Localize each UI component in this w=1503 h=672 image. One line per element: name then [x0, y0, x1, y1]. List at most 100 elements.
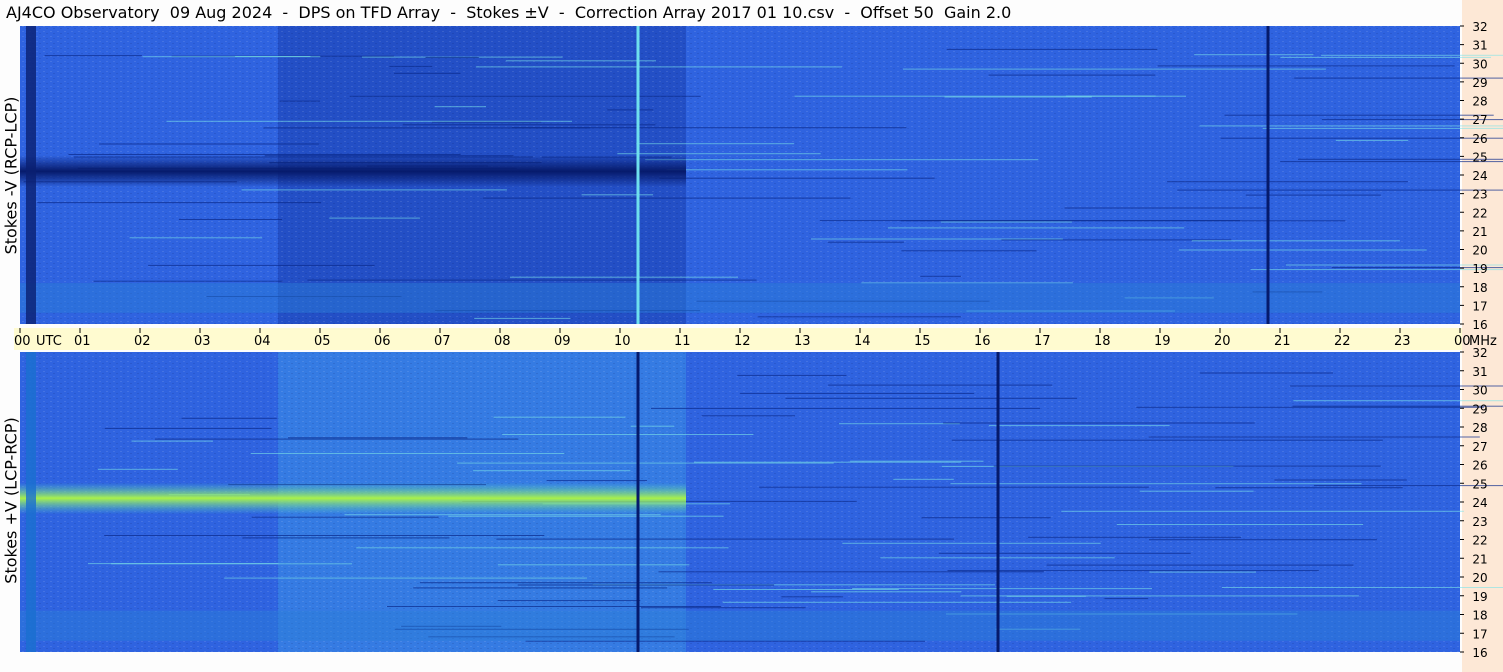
interference-streak — [607, 109, 654, 111]
interference-streak — [502, 434, 754, 435]
y-axis-label-stokes-minus-v: Stokes -V (RCP-LCP) — [1, 96, 21, 254]
interference-streak — [482, 197, 851, 199]
interference-streak — [713, 589, 899, 590]
frequency-tick-label: 29 — [1472, 402, 1487, 416]
interference-streak — [517, 584, 775, 586]
interference-streak — [307, 279, 757, 281]
time-tick-label: 17 — [1034, 334, 1051, 349]
spectrogram-panel — [20, 26, 1503, 324]
interference-streak — [811, 591, 962, 593]
interference-streak — [1194, 54, 1314, 56]
time-tick-label: 06 — [374, 334, 391, 349]
interference-streak — [694, 461, 962, 463]
time-tick-label: 23 — [1394, 334, 1411, 349]
interference-streak — [943, 422, 1255, 424]
interference-streak — [129, 237, 263, 239]
interference-streak — [988, 74, 1156, 76]
interference-streak — [1215, 487, 1403, 489]
interference-streak — [794, 95, 1186, 97]
interference-streak — [88, 563, 279, 565]
interference-streak — [960, 595, 1359, 597]
interference-streak — [1139, 490, 1254, 492]
interference-streak — [99, 143, 319, 145]
interference-streak — [1199, 372, 1333, 374]
interference-streak — [1149, 539, 1377, 541]
frequency-tick-label: 28 — [1472, 95, 1487, 109]
interference-streak — [279, 100, 320, 102]
frequency-tick-label: 24 — [1472, 496, 1487, 510]
interference-streak — [166, 120, 572, 122]
interference-streak — [1274, 479, 1407, 481]
frequency-tick-label: 19 — [1472, 590, 1487, 604]
interference-streak — [827, 241, 904, 243]
y-axis-label-stokes-plus-v: Stokes +V (LCP-RCP) — [1, 416, 21, 584]
interference-streak — [722, 601, 1072, 603]
interference-streak — [93, 280, 283, 282]
interference-streak — [1148, 436, 1480, 438]
interference-streak — [475, 66, 842, 68]
frequency-tick-label: 20 — [1472, 244, 1487, 258]
time-tick-label: 07 — [434, 334, 451, 349]
frequency-tick-label: 26 — [1472, 132, 1487, 146]
interference-streak — [224, 577, 587, 579]
frequency-tick-label: 31 — [1472, 365, 1487, 379]
interference-streak — [946, 48, 1158, 50]
frequency-tick-label: 22 — [1472, 206, 1487, 220]
frequency-tick-label: 21 — [1472, 225, 1487, 239]
interference-streak — [148, 264, 375, 266]
interference-streak — [387, 606, 721, 607]
interference-streak — [154, 438, 519, 440]
frequency-axis-unit: MHz — [1469, 334, 1497, 349]
interference-streak — [1191, 240, 1400, 242]
interference-streak — [448, 515, 724, 517]
vertical-burst-line — [1266, 26, 1270, 324]
interference-streak — [250, 453, 565, 454]
time-tick-label: 18 — [1094, 334, 1111, 349]
interference-streak — [329, 217, 420, 219]
interference-streak — [1199, 125, 1503, 127]
interference-streak — [850, 460, 984, 462]
vertical-burst-line — [636, 352, 640, 652]
interference-streak — [1290, 385, 1503, 387]
frequency-tick-label: 29 — [1472, 76, 1487, 90]
frequency-tick-label: 18 — [1472, 281, 1487, 295]
frequency-tick-label: 30 — [1472, 384, 1487, 398]
time-tick-label: 10 — [614, 334, 631, 349]
time-tick-label: 12 — [734, 334, 751, 349]
interference-streak — [1280, 56, 1491, 58]
interference-streak — [842, 542, 1101, 544]
interference-streak — [737, 374, 847, 376]
interference-streak — [900, 220, 1346, 222]
emission-band — [20, 155, 686, 188]
frequency-tick-label: 26 — [1472, 459, 1487, 473]
frequency-tick-label: 25 — [1472, 150, 1487, 164]
interference-streak — [1286, 264, 1503, 266]
time-tick-label: 00 — [14, 334, 31, 349]
frequency-tick-label: 16 — [1472, 318, 1487, 332]
interference-streak — [389, 65, 433, 67]
interference-streak — [142, 56, 321, 58]
interference-streak — [419, 582, 712, 584]
frequency-tick-label: 17 — [1472, 627, 1487, 641]
interference-streak — [839, 423, 960, 425]
interference-streak — [68, 154, 461, 155]
frequency-tick-label: 31 — [1472, 39, 1487, 53]
interference-streak — [288, 437, 468, 439]
frequency-tick-label: 16 — [1472, 646, 1487, 660]
frequency-tick-label: 30 — [1472, 57, 1487, 71]
frequency-tick-label: 22 — [1472, 534, 1487, 548]
interference-streak — [1177, 189, 1503, 191]
interference-streak — [658, 571, 1044, 573]
interference-streak — [1167, 181, 1408, 183]
interference-streak — [828, 384, 1053, 386]
frequency-tick-label: 27 — [1472, 113, 1487, 127]
interference-streak — [920, 275, 961, 277]
frequency-tick-label: 23 — [1472, 515, 1487, 529]
interference-streak — [893, 478, 954, 480]
low-frequency-band — [20, 610, 1460, 641]
time-tick-label: 21 — [1274, 334, 1291, 349]
interference-streak — [940, 221, 1072, 223]
interference-streak — [474, 317, 571, 319]
interference-streak — [402, 124, 656, 126]
interference-streak — [1321, 54, 1503, 56]
